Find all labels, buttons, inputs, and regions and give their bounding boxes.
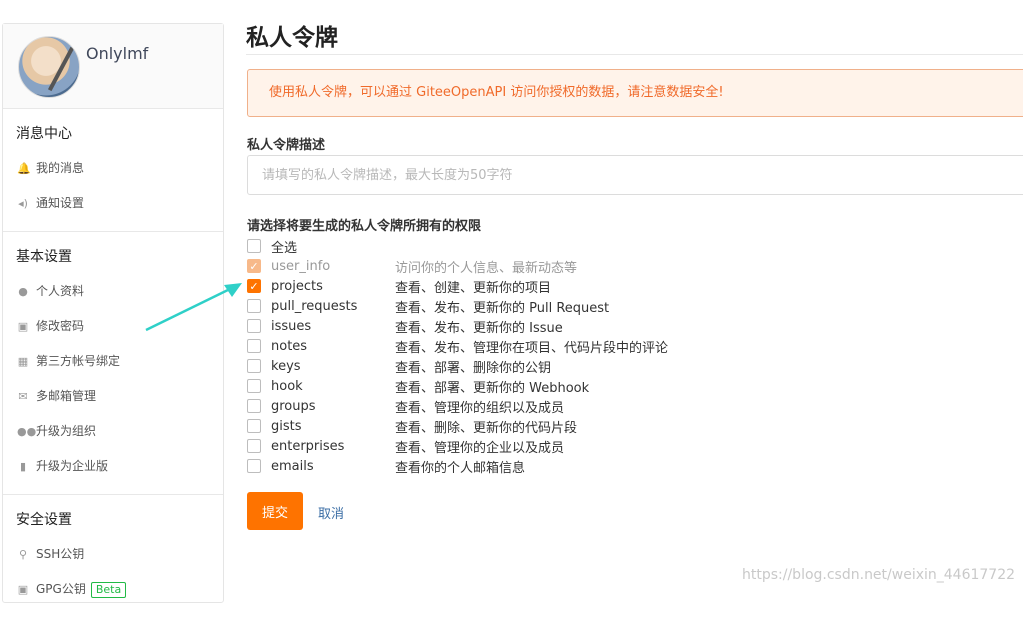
sidebar-item-label: 多邮箱管理	[36, 389, 97, 403]
sidebar-item-label: 通知设置	[36, 196, 85, 210]
token-description-input[interactable]	[247, 155, 1023, 195]
page-title: 私人令牌	[246, 25, 338, 51]
user-icon: ●	[18, 285, 28, 298]
permission-description: 查看、管理你的组织以及成员	[395, 400, 565, 416]
sidebar-section-messages: 消息中心 🔔 我的消息 ◂) 通知设置	[3, 109, 223, 232]
permission-checkbox[interactable]	[247, 319, 261, 333]
sidebar-item-my-messages[interactable]: 🔔 我的消息	[3, 151, 223, 186]
permission-name: notes	[271, 338, 308, 354]
permission-row-emails[interactable]: emails 查看你的个人邮箱信息	[247, 456, 668, 476]
permission-description: 查看、发布、管理你在项目、代码片段中的评论	[395, 340, 669, 356]
sidebar-item-ssh-key[interactable]: ⚲ SSH公钥	[3, 537, 223, 572]
lock-icon: ▣	[17, 320, 29, 333]
permission-checkbox[interactable]	[247, 399, 261, 413]
sidebar-item-label: SSH公钥	[36, 547, 85, 561]
permission-description: 查看、发布、更新你的 Pull Request	[395, 300, 610, 316]
permission-name: user_info	[271, 258, 331, 274]
sidebar-item-label: GPG公钥	[36, 582, 86, 596]
sidebar-item-label: 升级为企业版	[36, 459, 109, 473]
sidebar-item-email-management[interactable]: ✉ 多邮箱管理	[3, 379, 223, 414]
permission-row-keys[interactable]: keys 查看、部署、删除你的公钥	[247, 356, 668, 376]
permission-checkbox[interactable]	[247, 379, 261, 393]
sidebar-item-label: 第三方帐号绑定	[36, 354, 121, 368]
permission-name: keys	[271, 358, 301, 374]
volume-icon: ◂)	[18, 197, 28, 210]
sidebar-item-label: 我的消息	[36, 161, 85, 175]
permissions-list: 全选 ✓ user_info 访问你的个人信息、最新动态等 ✓ projects 查看、创…	[247, 236, 668, 476]
profile-card: Onlylmf	[3, 24, 223, 109]
permission-name: issues	[271, 318, 312, 334]
sidebar-section-basic: 基本设置 ● 个人资料 ▣ 修改密码 ▦ 第三方帐号绑定 ✉ 多邮箱管理 ●● …	[3, 232, 223, 495]
permission-description: 查看、删除、更新你的代码片段	[395, 420, 578, 436]
permission-checkbox[interactable]	[247, 359, 261, 373]
cancel-link[interactable]: 取消	[318, 503, 344, 522]
permission-name: hook	[271, 378, 303, 394]
permission-row-user-info: ✓ user_info 访问你的个人信息、最新动态等	[247, 256, 668, 276]
permission-checkbox[interactable]	[247, 439, 261, 453]
permission-row-notes[interactable]: notes 查看、发布、管理你在项目、代码片段中的评论	[247, 336, 668, 356]
sidebar-section-security: 安全设置 ⚲ SSH公钥 ▣ GPG公钥 Beta	[3, 495, 223, 617]
permission-row-issues[interactable]: issues 查看、发布、更新你的 Issue	[247, 316, 668, 336]
permission-description: 查看、发布、更新你的 Issue	[395, 320, 563, 336]
lock-icon: ▣	[17, 583, 29, 596]
sidebar-item-label: 升级为组织	[36, 424, 97, 438]
permission-name: pull_requests	[271, 298, 358, 314]
sidebar-item-label: 修改密码	[36, 319, 85, 333]
checkmark-icon: ✓	[249, 279, 259, 293]
building-icon: ▮	[19, 460, 27, 473]
beta-badge: Beta	[90, 581, 127, 598]
permission-description: 查看、部署、更新你的 Webhook	[395, 380, 590, 396]
permission-checkbox: ✓	[247, 259, 261, 273]
select-all-checkbox[interactable]	[247, 239, 261, 253]
sidebar-item-upgrade-enterprise[interactable]: ▮ 升级为企业版	[3, 449, 223, 484]
mail-icon: ✉	[18, 390, 28, 403]
username[interactable]: Onlylmf	[86, 44, 148, 63]
permission-checkbox[interactable]	[247, 459, 261, 473]
permission-description: 查看、管理你的企业以及成员	[395, 440, 565, 456]
permission-row-gists[interactable]: gists 查看、删除、更新你的代码片段	[247, 416, 668, 436]
annotation-arrow-icon	[145, 283, 242, 332]
permission-row-projects[interactable]: ✓ projects 查看、创建、更新你的项目	[247, 276, 668, 296]
permission-description: 查看、部署、删除你的公钥	[395, 360, 552, 376]
section-title: 安全设置	[16, 512, 72, 528]
bell-icon: 🔔	[17, 162, 31, 175]
section-title: 基本设置	[16, 249, 72, 265]
permission-checkbox[interactable]	[247, 339, 261, 353]
permissions-label: 请选择将要生成的私人令牌所拥有的权限	[247, 219, 482, 234]
checkmark-icon: ✓	[249, 259, 259, 273]
watermark: https://blog.csdn.net/weixin_44617722	[742, 567, 1016, 583]
permission-checkbox[interactable]	[247, 299, 261, 313]
permission-name: enterprises	[271, 438, 345, 454]
submit-button[interactable]: 提交	[247, 492, 303, 530]
permission-checkbox[interactable]	[247, 419, 261, 433]
select-all-row[interactable]: 全选	[247, 236, 668, 256]
users-icon: ●●	[17, 425, 37, 438]
avatar[interactable]	[18, 36, 80, 98]
sidebar-item-notification-settings[interactable]: ◂) 通知设置	[3, 186, 223, 221]
section-title: 消息中心	[16, 126, 72, 142]
key-icon: ⚲	[18, 548, 28, 561]
sidebar-item-upgrade-organization[interactable]: ●● 升级为组织	[3, 414, 223, 449]
select-all-label: 全选	[271, 240, 298, 256]
permission-name: projects	[271, 278, 323, 294]
permission-description: 查看你的个人邮箱信息	[395, 460, 526, 476]
permission-checkbox[interactable]: ✓	[247, 279, 261, 293]
security-warning-banner: 使用私人令牌，可以通过 GiteeOpenAPI 访问你授权的数据，请注意数据安…	[247, 69, 1023, 117]
permission-name: groups	[271, 398, 316, 414]
permission-name: emails	[271, 458, 314, 474]
permission-row-groups[interactable]: groups 查看、管理你的组织以及成员	[247, 396, 668, 416]
sidebar-item-label: 个人资料	[36, 284, 85, 298]
desc-label: 私人令牌描述	[247, 138, 326, 153]
permission-row-pull-requests[interactable]: pull_requests 查看、发布、更新你的 Pull Request	[247, 296, 668, 316]
permission-row-hook[interactable]: hook 查看、部署、更新你的 Webhook	[247, 376, 668, 396]
contact-card-icon: ▦	[17, 355, 29, 368]
permission-row-enterprises[interactable]: enterprises 查看、管理你的企业以及成员	[247, 436, 668, 456]
permission-description: 查看、创建、更新你的项目	[395, 280, 552, 296]
permission-name: gists	[271, 418, 302, 434]
permission-description: 访问你的个人信息、最新动态等	[395, 260, 578, 276]
sidebar-item-gpg-key[interactable]: ▣ GPG公钥 Beta	[3, 572, 223, 607]
title-divider	[246, 54, 1023, 55]
sidebar-item-third-party-binding[interactable]: ▦ 第三方帐号绑定	[3, 344, 223, 379]
